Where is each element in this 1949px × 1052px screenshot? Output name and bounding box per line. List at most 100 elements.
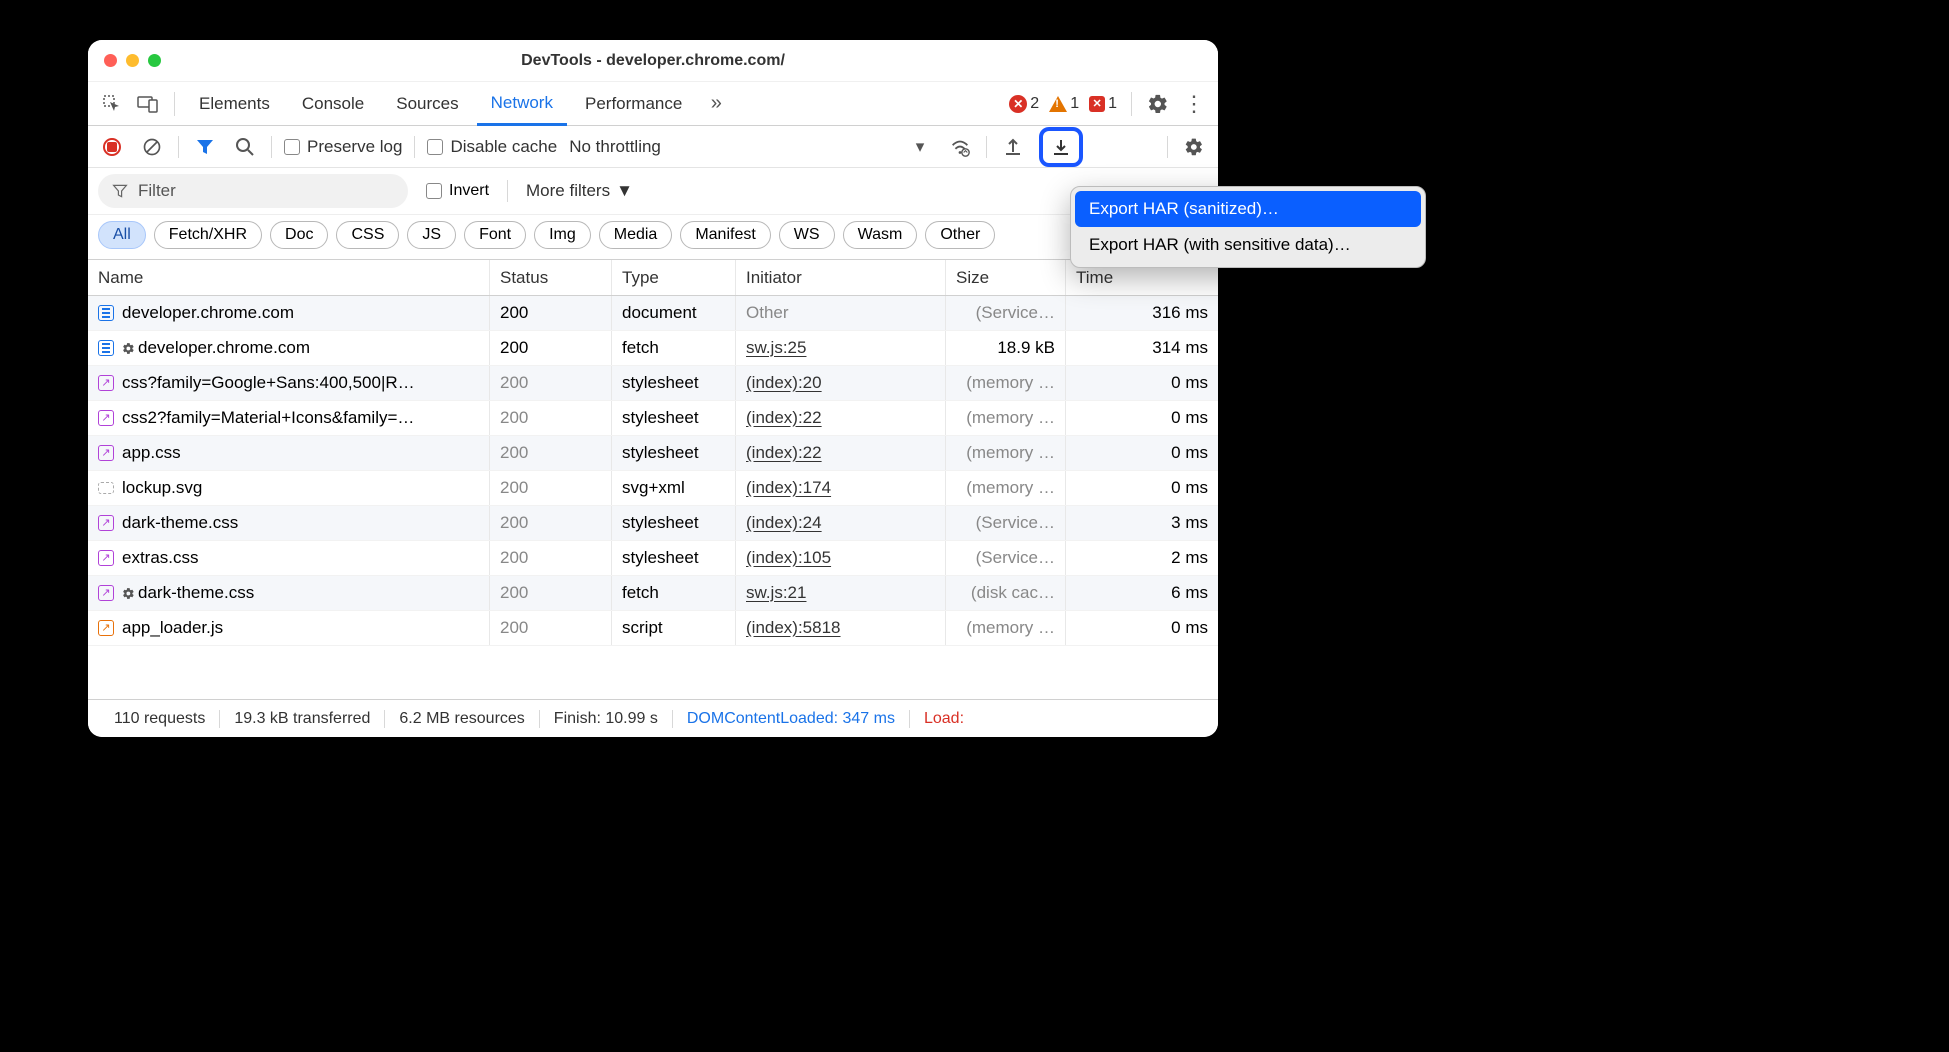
table-row[interactable]: css?family=Google+Sans:400,500|R…200styl… bbox=[88, 366, 1218, 401]
tab-console[interactable]: Console bbox=[288, 82, 378, 126]
col-initiator[interactable]: Initiator bbox=[736, 260, 946, 295]
device-toggle-icon[interactable] bbox=[132, 88, 164, 120]
chip-media[interactable]: Media bbox=[599, 221, 673, 249]
invert-checkbox[interactable]: Invert bbox=[426, 182, 489, 200]
export-har-icon[interactable] bbox=[1047, 133, 1075, 161]
table-row[interactable]: app.css200stylesheet(index):22(memory …0… bbox=[88, 436, 1218, 471]
issues-badge[interactable]: ✕1 bbox=[1089, 95, 1117, 113]
request-initiator[interactable]: (index):105 bbox=[736, 541, 946, 575]
status-requests: 110 requests bbox=[100, 710, 220, 728]
clear-button[interactable] bbox=[138, 133, 166, 161]
request-initiator[interactable]: sw.js:21 bbox=[736, 576, 946, 610]
filter-toggle-icon[interactable] bbox=[191, 133, 219, 161]
network-settings-icon[interactable] bbox=[1180, 133, 1208, 161]
table-row[interactable]: developer.chrome.com200fetchsw.js:2518.9… bbox=[88, 331, 1218, 366]
request-initiator[interactable]: (index):20 bbox=[736, 366, 946, 400]
table-row[interactable]: css2?family=Material+Icons&family=…200st… bbox=[88, 401, 1218, 436]
request-initiator[interactable]: (index):24 bbox=[736, 506, 946, 540]
request-time: 0 ms bbox=[1066, 366, 1218, 400]
request-initiator[interactable]: (index):5818 bbox=[736, 611, 946, 645]
settings-icon[interactable] bbox=[1142, 88, 1174, 120]
chip-manifest[interactable]: Manifest bbox=[680, 221, 770, 249]
minimize-window-button[interactable] bbox=[126, 54, 139, 67]
chip-fetchxhr[interactable]: Fetch/XHR bbox=[154, 221, 262, 249]
file-css-icon bbox=[98, 515, 114, 531]
chip-js[interactable]: JS bbox=[407, 221, 456, 249]
table-header: Name Status Type Initiator Size Time bbox=[88, 260, 1218, 296]
request-name: app_loader.js bbox=[122, 618, 223, 638]
throttling-label: No throttling bbox=[569, 137, 661, 157]
request-initiator[interactable]: (index):22 bbox=[736, 401, 946, 435]
chip-img[interactable]: Img bbox=[534, 221, 591, 249]
request-type: fetch bbox=[612, 576, 736, 610]
status-resources: 6.2 MB resources bbox=[385, 710, 539, 728]
search-icon[interactable] bbox=[231, 133, 259, 161]
maximize-window-button[interactable] bbox=[148, 54, 161, 67]
chip-css[interactable]: CSS bbox=[336, 221, 399, 249]
chip-doc[interactable]: Doc bbox=[270, 221, 328, 249]
request-initiator[interactable]: sw.js:25 bbox=[736, 331, 946, 365]
request-size: (disk cac… bbox=[946, 576, 1066, 610]
request-status: 200 bbox=[490, 576, 612, 610]
throttling-dropdown-icon[interactable]: ▾ bbox=[906, 133, 934, 161]
tab-elements[interactable]: Elements bbox=[185, 82, 284, 126]
request-type: stylesheet bbox=[612, 366, 736, 400]
request-size: (Service… bbox=[946, 541, 1066, 575]
tab-network[interactable]: Network bbox=[477, 82, 567, 126]
table-row[interactable]: developer.chrome.com200documentOther(Ser… bbox=[88, 296, 1218, 331]
request-status: 200 bbox=[490, 366, 612, 400]
chip-font[interactable]: Font bbox=[464, 221, 526, 249]
request-name: dark-theme.css bbox=[122, 513, 238, 533]
more-filters-dropdown[interactable]: More filters ▼ bbox=[526, 181, 633, 201]
table-row[interactable]: app_loader.js200script(index):5818(memor… bbox=[88, 611, 1218, 646]
request-initiator[interactable]: (index):174 bbox=[736, 471, 946, 505]
request-status: 200 bbox=[490, 296, 612, 330]
export-har-menu: Export HAR (sanitized)… Export HAR (with… bbox=[1070, 186, 1426, 268]
col-type[interactable]: Type bbox=[612, 260, 736, 295]
request-size: (memory … bbox=[946, 436, 1066, 470]
table-row[interactable]: dark-theme.css200stylesheet(index):24(Se… bbox=[88, 506, 1218, 541]
warnings-badge[interactable]: 1 bbox=[1049, 95, 1079, 113]
request-status: 200 bbox=[490, 436, 612, 470]
import-har-icon[interactable] bbox=[999, 133, 1027, 161]
funnel-icon bbox=[112, 183, 128, 199]
request-name: lockup.svg bbox=[122, 478, 202, 498]
request-time: 0 ms bbox=[1066, 436, 1218, 470]
errors-badge[interactable]: ✕2 bbox=[1009, 95, 1039, 113]
tab-performance[interactable]: Performance bbox=[571, 82, 696, 126]
request-size: (Service… bbox=[946, 506, 1066, 540]
record-button[interactable] bbox=[98, 133, 126, 161]
throttling-select[interactable]: No throttling bbox=[569, 137, 661, 157]
request-name: dark-theme.css bbox=[138, 583, 254, 603]
disable-cache-checkbox[interactable]: Disable cache bbox=[427, 137, 557, 157]
traffic-lights bbox=[104, 54, 161, 67]
file-css-icon bbox=[98, 375, 114, 391]
col-status[interactable]: Status bbox=[490, 260, 612, 295]
chip-other[interactable]: Other bbox=[925, 221, 995, 249]
kebab-menu-icon[interactable]: ⋮ bbox=[1178, 88, 1210, 120]
col-name[interactable]: Name bbox=[88, 260, 490, 295]
chip-all[interactable]: All bbox=[98, 221, 146, 249]
request-initiator[interactable]: (index):22 bbox=[736, 436, 946, 470]
filter-input[interactable]: Filter bbox=[98, 174, 408, 208]
table-row[interactable]: dark-theme.css 200fetchsw.js:21(disk cac…… bbox=[88, 576, 1218, 611]
request-status: 200 bbox=[490, 331, 612, 365]
inspect-icon[interactable] bbox=[96, 88, 128, 120]
preserve-log-checkbox[interactable]: Preserve log bbox=[284, 137, 402, 157]
table-row[interactable]: lockup.svg200svg+xml(index):174(memory …… bbox=[88, 471, 1218, 506]
request-status: 200 bbox=[490, 471, 612, 505]
more-tabs-icon[interactable]: » bbox=[700, 88, 732, 120]
close-window-button[interactable] bbox=[104, 54, 117, 67]
chip-wasm[interactable]: Wasm bbox=[843, 221, 918, 249]
network-conditions-icon[interactable] bbox=[946, 133, 974, 161]
export-har-sensitive[interactable]: Export HAR (with sensitive data)… bbox=[1075, 227, 1421, 263]
request-status: 200 bbox=[490, 401, 612, 435]
export-har-sanitized[interactable]: Export HAR (sanitized)… bbox=[1075, 191, 1421, 227]
request-type: script bbox=[612, 611, 736, 645]
errors-count: 2 bbox=[1030, 95, 1039, 113]
col-size[interactable]: Size bbox=[946, 260, 1066, 295]
chip-ws[interactable]: WS bbox=[779, 221, 835, 249]
table-row[interactable]: extras.css200stylesheet(index):105(Servi… bbox=[88, 541, 1218, 576]
tab-sources[interactable]: Sources bbox=[382, 82, 472, 126]
request-type: stylesheet bbox=[612, 541, 736, 575]
